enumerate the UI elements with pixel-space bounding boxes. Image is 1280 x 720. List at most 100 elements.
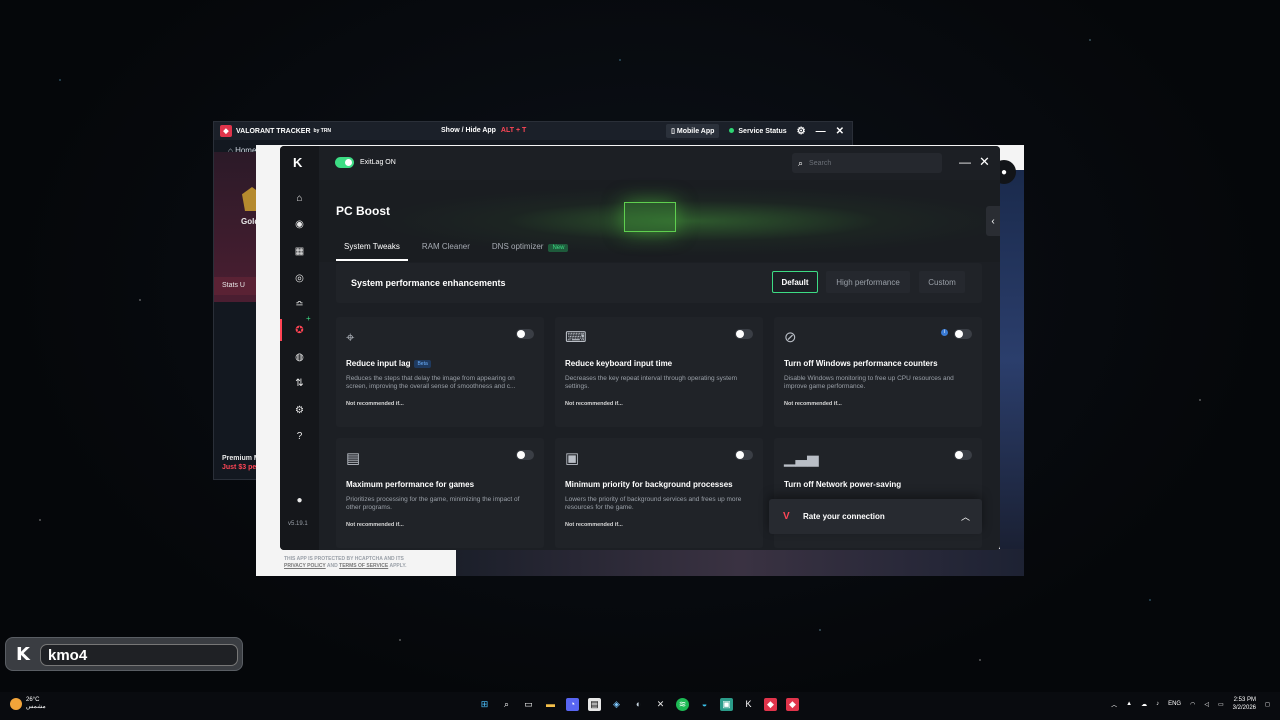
microphone-icon[interactable]: ♪	[1156, 701, 1159, 707]
broadcast-icon[interactable]: ◉	[292, 217, 307, 232]
page-title: PC Boost	[336, 204, 390, 218]
privacy-policy-link[interactable]: PRIVACY POLICY	[284, 563, 326, 569]
not-recommended-link[interactable]: Not recommended if...	[565, 401, 623, 407]
tab-system-tweaks[interactable]: System Tweaks	[336, 242, 408, 261]
close-icon[interactable]: ✕	[836, 126, 844, 137]
language-indicator[interactable]: ENG	[1168, 701, 1181, 707]
edge-icon[interactable]: ◒	[698, 698, 711, 711]
help-icon[interactable]: ?	[292, 429, 307, 444]
not-recommended-link[interactable]: Not recommended if...	[346, 401, 404, 407]
keyboard-icon: ⌨	[565, 329, 587, 346]
captcha-line1: THIS APP IS PROTECTED BY HCAPTCHA AND IT…	[284, 556, 404, 562]
home-icon[interactable]: ⌂	[292, 191, 307, 206]
network-icon[interactable]: ◠	[1190, 701, 1195, 708]
tweak-card-keyboard-input: ⌨ Reduce keyboard input time Decreases t…	[555, 317, 763, 427]
chevron-left-icon[interactable]: ‹	[986, 206, 1000, 236]
search-icon[interactable]: ⌕	[500, 698, 513, 711]
toggle-switch[interactable]	[735, 329, 753, 339]
transfer-icon[interactable]: ⇅	[292, 376, 307, 391]
custom-mode-button[interactable]: Custom	[919, 271, 965, 293]
clock[interactable]: 2:53 PM 3/2/2026	[1233, 696, 1256, 712]
spotify-icon[interactable]: ≋	[676, 698, 689, 711]
toggle-switch[interactable]	[516, 329, 534, 339]
captcha-notice: THIS APP IS PROTECTED BY HCAPTCHA AND IT…	[284, 556, 407, 570]
tab-ram-cleaner[interactable]: RAM Cleaner	[414, 242, 478, 261]
volume-icon[interactable]: ◁	[1204, 701, 1209, 708]
search-placeholder: Search	[809, 159, 832, 167]
webview-art-bottom	[456, 549, 1024, 576]
tab-dns-optimizer[interactable]: DNS optimizer New	[484, 242, 577, 261]
tracker-show-hide[interactable]: Show / Hide App ALT + T	[441, 127, 526, 134]
tracker-stats-tab[interactable]: Stats U	[214, 277, 258, 295]
tweak-card-background-priority: ▣ Minimum priority for background proces…	[555, 438, 763, 548]
notifications-icon[interactable]: ◻	[1265, 701, 1270, 708]
tweak-card-reduce-input-lag: ⌖ Reduce input lag Beta Reduces the steps…	[336, 317, 544, 427]
pc-boost-icon[interactable]: ✪	[292, 323, 307, 338]
shield-icon[interactable]: ▲	[1126, 701, 1132, 707]
gear-icon[interactable]: ⚙	[797, 126, 806, 137]
terms-link[interactable]: TERMS OF SERVICE	[339, 563, 388, 569]
signal-bars-icon: ▁▃▅	[784, 450, 819, 467]
mobile-app-button[interactable]: ▯ Mobile App	[666, 124, 720, 138]
search-input[interactable]: ⌕ Search	[792, 153, 942, 173]
card-title: Reduce input lag Beta	[346, 359, 431, 368]
globe-icon[interactable]: ◍	[292, 350, 307, 365]
tab-label: DNS optimizer	[491, 242, 544, 251]
not-recommended-link[interactable]: Not recommended if...	[565, 522, 623, 528]
tweak-card-perf-counters: ⊘ i Turn off Windows performance counter…	[774, 317, 982, 427]
high-performance-button[interactable]: High performance	[826, 271, 910, 293]
minimize-icon[interactable]: —	[816, 126, 826, 137]
crosshair-icon: ⌖	[346, 329, 355, 346]
service-status-link[interactable]: Service Status	[729, 127, 787, 135]
cloud-icon[interactable]: ☁	[1141, 701, 1147, 708]
exitlag-toggle[interactable]	[335, 157, 354, 168]
battery-icon[interactable]: ▭	[1218, 701, 1224, 708]
riot-icon[interactable]: ◆	[764, 698, 777, 711]
toggle-switch[interactable]	[954, 329, 972, 339]
tracker-taskbar-icon[interactable]: ◆	[786, 698, 799, 711]
sidebar: K ⌂ ◉ ▦ ◎ ≏ ✪ + ◍ ⇅ ⚙ ? ● v5.19.1	[280, 146, 319, 550]
network-icon[interactable]: ≏	[292, 297, 307, 312]
service-status-label: Service Status	[738, 127, 787, 135]
tab-label: System Tweaks	[344, 242, 400, 251]
chevron-up-icon[interactable]: ︿	[1111, 700, 1117, 709]
minimize-icon[interactable]: —	[959, 156, 971, 168]
performance-title: System performance enhancements	[351, 278, 506, 288]
task-view-icon[interactable]: ▭	[522, 698, 535, 711]
streamer-tag: K kmo4	[5, 637, 243, 671]
games-icon[interactable]: ◎	[292, 271, 307, 286]
exitlag-taskbar-icon[interactable]: K	[742, 698, 755, 711]
beta-badge: Beta	[414, 359, 431, 368]
rate-connection-bar[interactable]: V Rate your connection ︿	[769, 499, 982, 534]
card-title: Turn off Windows performance counters	[784, 359, 938, 368]
not-recommended-link[interactable]: Not recommended if...	[346, 522, 404, 528]
kick-logo-icon: K	[16, 644, 30, 665]
file-explorer-icon[interactable]: ▬	[544, 698, 557, 711]
stats-label: Stats U	[222, 282, 245, 289]
default-mode-button[interactable]: Default	[772, 271, 818, 293]
apps-grid-icon[interactable]: ▦	[292, 244, 307, 259]
discord-icon[interactable]: ◔	[566, 698, 579, 711]
start-icon[interactable]: ⊞	[478, 698, 491, 711]
xbox-app-icon[interactable]: ▣	[720, 698, 733, 711]
card-title: Minimum priority for background processe…	[565, 480, 733, 489]
not-recommended-link[interactable]: Not recommended if...	[784, 401, 842, 407]
card-description: Lowers the priority of background servic…	[565, 496, 742, 511]
info-icon[interactable]: i	[941, 329, 948, 336]
toggle-switch[interactable]	[735, 450, 753, 460]
close-icon[interactable]: ✕	[979, 154, 990, 170]
toggle-switch[interactable]	[516, 450, 534, 460]
weather-widget[interactable]: 26°C مشمس	[10, 697, 46, 710]
premium-price: Just $3 per	[222, 464, 259, 471]
capcut-icon[interactable]: ✕	[654, 698, 667, 711]
user-icon[interactable]: ●	[292, 493, 307, 508]
settings-gear-icon[interactable]: ⚙	[292, 403, 307, 418]
show-hide-label: Show / Hide App	[441, 127, 496, 134]
premium-promo[interactable]: Premium M Just $3 per	[222, 455, 260, 471]
steam-icon[interactable]: ◐	[632, 698, 645, 711]
toggle-switch[interactable]	[954, 450, 972, 460]
game-icon[interactable]: ◈	[610, 698, 623, 711]
notepad-icon[interactable]: ▤	[588, 698, 601, 711]
exitlag-window: K ⌂ ◉ ▦ ◎ ≏ ✪ + ◍ ⇅ ⚙ ? ● v5.19.1 ExitLa…	[280, 146, 1000, 550]
chevron-up-icon[interactable]: ︿	[961, 510, 970, 523]
